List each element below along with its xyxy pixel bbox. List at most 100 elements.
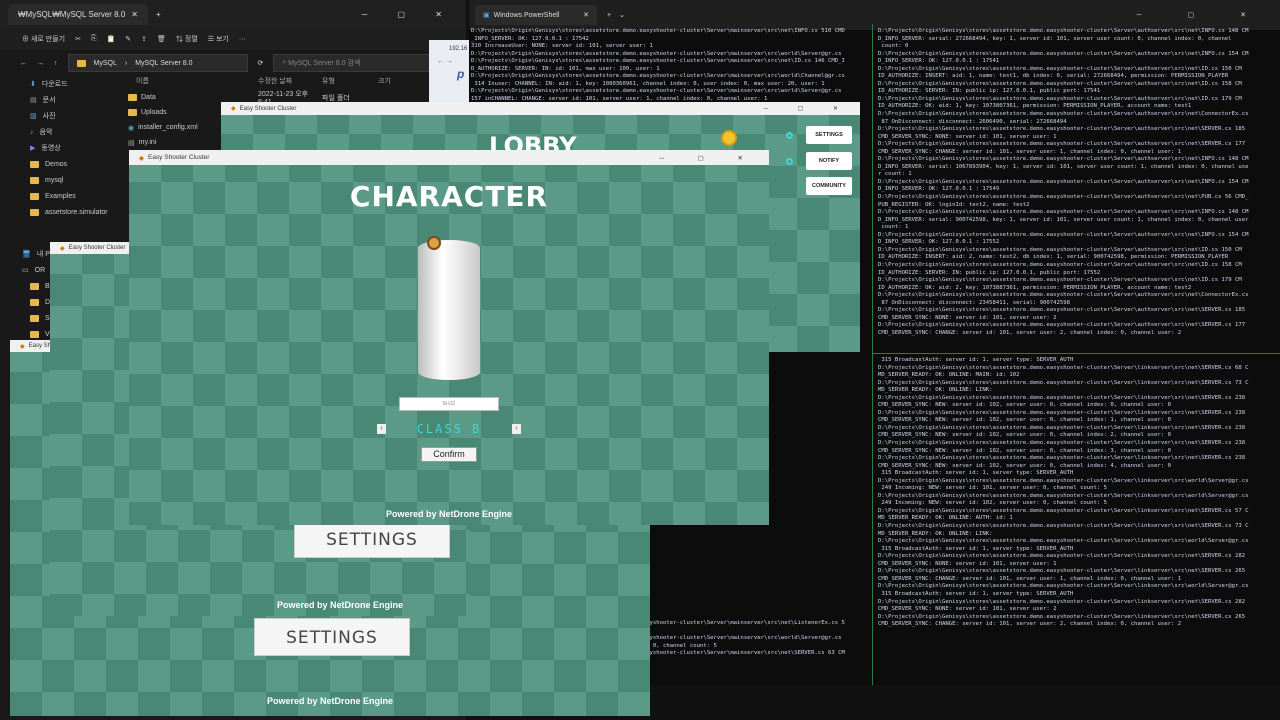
back-icon[interactable]: ← [20,60,27,67]
nav-item-assetstore-simulator[interactable]: assetstore.simulator [0,204,120,220]
coin-icon [721,130,737,146]
browser-nav-icons[interactable]: ← → [429,52,471,65]
window-controls[interactable]: ─ ▢ ✕ [1137,11,1268,19]
nav-item-examples[interactable]: Examples [0,188,120,204]
copy-icon[interactable]: ⎘ [91,35,97,43]
browser-window-fragment: 192.16 ← → p [429,40,471,102]
nav-item-pictures[interactable]: ▨ 사진 [0,108,120,124]
terminal-line: D:\Projects\Origin\Genisys\stores\assets… [878,246,1242,253]
terminal-line: D:\Projects\Origin\Genisys\stores\assets… [471,73,845,80]
refresh-icon[interactable]: ⟳ [258,59,264,67]
up-icon[interactable]: ↑ [54,60,58,67]
close-icon[interactable]: ✕ [583,11,589,19]
new-button[interactable]: ⊕ 새로 만들기 [22,34,65,44]
delete-icon[interactable]: 🗑 [157,35,166,43]
column-name[interactable]: 이름 [128,76,258,90]
window-controls[interactable]: ─ ▢ ✕ [764,105,852,112]
status-dot-icon [786,132,793,139]
terminal-line: 315 BroadcastAuth: server id: 1, server … [878,470,1074,477]
character-name-field[interactable]: test2 [399,397,499,411]
game-icon: ◆ [20,343,25,350]
nav-item-documents[interactable]: ▤ 문서 [0,92,120,108]
settings-button[interactable]: SETTINGS [294,520,450,558]
terminal-line: count: 1 [878,224,909,231]
share-icon[interactable]: ⇪ [141,35,147,43]
nav-item-mysql[interactable]: mysql [0,172,120,188]
terminal-line: D:\Projects\Origin\Genisys\stores\assets… [878,65,1242,72]
terminal-line: D:\Projects\Origin\Genisys\stores\assets… [878,598,1246,605]
terminal-line: D:\Projects\Origin\Genisys\stores\assets… [471,50,842,57]
community-button[interactable]: COMMUNITY [806,177,852,195]
powershell-tab[interactable]: ▣ Windows PowerShell ✕ [475,5,597,25]
folder-icon [128,109,137,116]
class-name-label: CLASS B [416,422,482,436]
nav-item-downloads[interactable]: ⬇ 다운로드 [0,76,120,92]
browser-tab-label[interactable]: 192.16 [429,40,471,52]
terminal-line: D:\Projects\Origin\Genisys\stores\assets… [471,58,845,65]
terminal-line: D_INFO_SERVER: serial: 1067893904, key: … [878,163,1249,170]
view-button[interactable]: ☰ 보기 [208,34,229,44]
terminal-line: D_INFO_SERVER: serial: 900742598, key: 1… [878,216,1249,223]
nav-item-videos[interactable]: ▶ 동영상 [0,140,120,156]
column-date[interactable]: 수정한 날짜 [258,76,322,90]
nav-item-demos[interactable]: Demos [0,156,120,172]
terminal-pane-main-top[interactable]: D:\Projects\Origin\Genisys\stores\assets… [471,28,869,104]
more-button[interactable]: ··· [239,36,246,43]
forward-icon[interactable]: → [37,60,44,67]
new-tab-button[interactable]: + [607,12,611,19]
paste-icon[interactable]: 📋 [107,35,116,43]
chevron-down-icon[interactable]: ⌄ [619,11,625,19]
terminal-line: D:\Projects\Origin\Genisys\stores\assets… [878,50,1249,57]
terminal-line: _INFO_SERVER: OK: 127.0.0.1 : 17542 [471,35,589,42]
terminal-line: D:\Projects\Origin\Genisys\stores\assets… [878,209,1249,216]
cut-icon[interactable]: ✂ [75,35,81,43]
close-icon[interactable]: ✕ [131,10,138,19]
terminal-line: CMD_SERVER_SYNC: NONE: server id: 101, s… [878,560,1057,567]
terminal-line: D:\Projects\Origin\Genisys\stores\assets… [878,111,1249,118]
nav-item-music[interactable]: ♪ 음악 [0,124,120,140]
terminal-line: D_INFO_SERVER: serial: 272668494, key: 1… [878,35,1232,42]
sort-button[interactable]: ⇅ 정렬 [176,34,198,44]
rename-icon[interactable]: ✎ [125,35,131,43]
address-row: ← → ↑ MySQL › MySQL Server 8.0 ⟳ ⌕ MySQL… [0,50,466,76]
terminal-pane-auth[interactable]: D:\Projects\Origin\Genisys\stores\assets… [878,28,1278,350]
settings-button[interactable]: SETTINGS [806,126,852,144]
window-controls[interactable]: ─ ▢ ✕ [659,154,759,162]
terminal-line: CMD_SERVER_SYNC: CHANGE: server id: 101,… [878,575,1182,582]
window-controls[interactable]: ─ ▢ ✕ [362,10,456,19]
terminal-line: CMD_SERVER_SYNC: CHANGE: server id: 101,… [878,329,1182,336]
terminal-line: D:\Projects\Origin\Genisys\stores\assets… [878,322,1246,329]
terminal-line: D:\Projects\Origin\Genisys\stores\assets… [878,583,1249,590]
character-window[interactable]: ◆ Easy Shooter Cluster ─ ▢ ✕ CHARACTER t… [129,150,769,525]
folder-icon [30,298,39,306]
pane-divider-horizontal[interactable] [873,353,1280,354]
search-placeholder: MySQL Server 8.0 검색 [288,60,361,67]
terminal-line: D:\Projects\Origin\Genisys\stores\assets… [878,156,1249,163]
terminal-line: CMD_SERVER_SYNC: NEW: server id: 102, se… [878,417,1171,424]
notify-button[interactable]: NOTIFY [806,152,852,170]
address-bar[interactable]: MySQL › MySQL Server 8.0 [67,54,248,72]
folder-icon [30,176,39,184]
terminal-line: r count: 1 [878,171,912,178]
folder-icon [30,208,39,216]
search-input[interactable]: ⌕ MySQL Server 8.0 검색 [273,54,444,72]
pane-divider-vertical[interactable] [872,24,873,685]
explorer-tab[interactable]: ₩MySQL₩MySQL Server 8.0 ✕ [8,3,148,25]
folder-icon [128,94,137,101]
folder-icon [30,330,39,338]
terminal-pane-link[interactable]: 315 BroadcastAuth: server id: 1, server … [878,357,1278,677]
confirm-button[interactable]: Confirm [421,447,477,462]
column-type[interactable]: 유형 [322,76,378,90]
column-size[interactable]: 크기 [378,76,418,90]
next-class-button[interactable]: › [512,424,521,434]
breadcrumb-1[interactable]: MySQL Server 8.0 [135,60,192,67]
new-tab-button[interactable]: + [156,10,161,19]
terminal-line: PUB_REGISTER: OK: loginId: test2, name: … [878,201,1030,208]
prev-class-button[interactable]: ‹ [377,424,386,434]
powershell-icon: ▣ [483,12,490,19]
character-model[interactable] [418,240,480,380]
character-avatar-icon [427,236,441,250]
settings-button[interactable]: SETTINGS [254,618,410,656]
breadcrumb-0[interactable]: MySQL [94,60,117,67]
terminal-line: 314 Inuser: CHANNEL: IN: aid: 1, key: 10… [471,80,825,87]
